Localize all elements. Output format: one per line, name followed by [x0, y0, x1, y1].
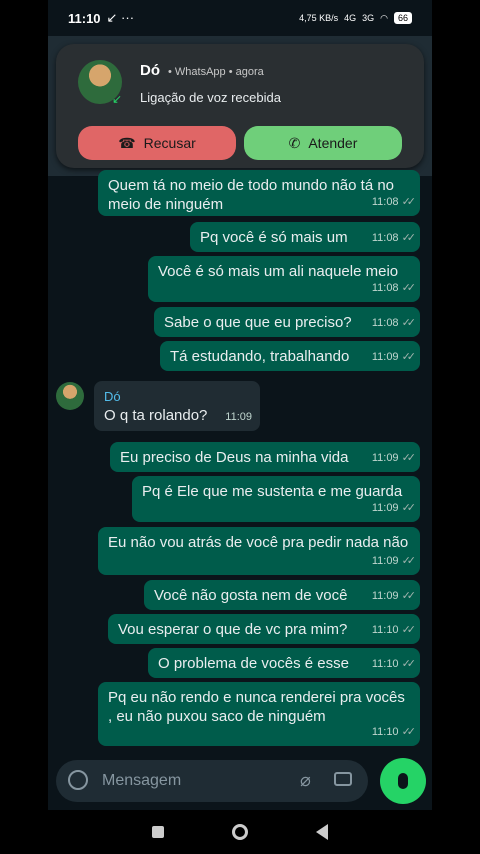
back-button[interactable] [316, 824, 328, 840]
network-speed: 4,75 KB/s [299, 13, 339, 23]
contact-avatar[interactable] [56, 382, 84, 410]
attach-icon[interactable]: ⌀ [300, 770, 311, 791]
recents-button[interactable] [152, 826, 164, 838]
message-text: Pq eu não rendo e nunca renderei pra voc… [108, 689, 405, 725]
network-4g: 4G [344, 13, 357, 23]
message-time: 11:09 [225, 411, 252, 423]
message-time: 11:09 [371, 351, 399, 363]
message-bubble[interactable]: Sabe o que que eu preciso? 11:08 ✓✓ [154, 307, 420, 337]
notification-text: Ligação de voz recebida [140, 90, 281, 105]
message-time: 11:10 [371, 658, 399, 670]
accept-call-button[interactable]: ✆ Atender [244, 126, 402, 160]
message-bubble[interactable]: Pq é Ele que me sustenta e me guarda 11:… [132, 476, 420, 522]
message-time: 11:09 [371, 555, 399, 567]
system-nav-bar [48, 810, 432, 854]
message-text: Pq é Ele que me sustenta e me guarda [142, 483, 403, 500]
network-3g: 3G [362, 13, 375, 23]
message-bubble[interactable]: Vou esperar o que de vc pra mim? 11:10 ✓✓ [108, 614, 420, 644]
status-notification-icons: ↙ ··· [106, 10, 135, 25]
read-ticks-icon: ✓✓ [401, 317, 417, 329]
message-text: O problema de vocês é esse [158, 655, 349, 672]
read-ticks-icon: ✓✓ [401, 555, 417, 567]
camera-icon[interactable] [334, 772, 352, 786]
read-ticks-icon: ✓✓ [401, 232, 417, 244]
message-bubble[interactable]: Você é só mais um ali naquele meio 11:08… [148, 256, 420, 302]
message-bubble[interactable]: Você não gosta nem de você 11:09 ✓✓ [144, 580, 420, 610]
message-bubble[interactable]: Pq você é só mais um 11:08 ✓✓ [190, 222, 420, 252]
message-bubble[interactable]: Eu não vou atrás de você pra pedir nada … [98, 527, 420, 575]
caller-avatar: ↙ [78, 60, 122, 106]
message-bubble[interactable]: Tá estudando, trabalhando 11:09 ✓✓ [160, 341, 420, 371]
message-text: Quem tá no meio de todo mundo não tá no … [108, 177, 395, 213]
message-bubble-incoming[interactable]: Dó O q ta rolando? 11:09 [94, 381, 260, 431]
read-ticks-icon: ✓✓ [401, 502, 417, 514]
microphone-icon [398, 773, 408, 789]
message-text: Tá estudando, trabalhando [170, 348, 350, 365]
sticker-icon[interactable] [68, 770, 88, 790]
message-time: 11:08 [371, 196, 399, 208]
message-input[interactable]: Mensagem [102, 772, 181, 790]
caller-name: Dó [140, 62, 160, 79]
phone-icon: ✆ [288, 134, 301, 151]
message-time: 11:10 [371, 726, 399, 738]
read-ticks-icon: ✓✓ [401, 351, 417, 363]
hangup-icon: ☎ [118, 134, 136, 151]
message-bubble[interactable]: Quem tá no meio de todo mundo não tá no … [98, 170, 420, 216]
message-input-bar[interactable]: Mensagem ⌀ [56, 760, 368, 802]
message-bubble[interactable]: Pq eu não rendo e nunca renderei pra voc… [98, 682, 420, 746]
decline-call-button[interactable]: ☎ Recusar [78, 126, 236, 160]
sender-name: Dó [104, 389, 121, 404]
message-text: Pq você é só mais um [200, 229, 348, 246]
message-time: 11:08 [371, 282, 399, 294]
read-ticks-icon: ✓✓ [401, 590, 417, 602]
clock: 11:10 [68, 10, 101, 26]
battery-icon: 66 [393, 12, 412, 24]
message-text: O q ta rolando? [104, 407, 208, 424]
message-text: Você não gosta nem de você [154, 587, 348, 604]
read-ticks-icon: ✓✓ [401, 624, 417, 636]
message-time: 11:08 [371, 317, 399, 329]
message-time: 11:09 [371, 502, 399, 514]
incoming-call-notification[interactable]: ↙ Dó • WhatsApp • agora Ligação de voz r… [56, 44, 424, 168]
phone-screen: 11:10 ↙ ··· 4,75 KB/s 4G 3G ◠ 66 ↙ Dó • … [48, 0, 432, 854]
home-button[interactable] [232, 824, 248, 840]
message-text: Sabe o que que eu preciso? [164, 314, 352, 331]
read-ticks-icon: ✓✓ [401, 658, 417, 670]
decline-label: Recusar [143, 135, 196, 151]
message-text: Eu preciso de Deus na minha vida [120, 449, 349, 466]
message-time: 11:10 [371, 624, 399, 636]
message-bubble[interactable]: O problema de vocês é esse 11:10 ✓✓ [148, 648, 420, 678]
read-ticks-icon: ✓✓ [401, 452, 417, 464]
message-time: 11:08 [371, 232, 399, 244]
status-bar: 11:10 ↙ ··· 4,75 KB/s 4G 3G ◠ 66 [48, 0, 432, 36]
message-text: Vou esperar o que de vc pra mim? [118, 621, 348, 638]
read-ticks-icon: ✓✓ [401, 196, 417, 208]
read-ticks-icon: ✓✓ [401, 726, 417, 738]
message-text: Eu não vou atrás de você pra pedir nada … [108, 534, 409, 551]
call-badge-icon: ↙ [112, 92, 123, 106]
read-ticks-icon: ✓✓ [401, 282, 417, 294]
accept-label: Atender [308, 135, 358, 151]
message-time: 11:09 [371, 452, 399, 464]
message-text: Você é só mais um ali naquele meio [158, 263, 399, 280]
voice-record-button[interactable] [380, 758, 426, 804]
wifi-icon: ◠ [380, 12, 388, 23]
message-time: 11:09 [371, 590, 399, 602]
notification-meta: • WhatsApp • agora [168, 66, 264, 78]
message-bubble[interactable]: Eu preciso de Deus na minha vida 11:09 ✓✓ [110, 442, 420, 472]
